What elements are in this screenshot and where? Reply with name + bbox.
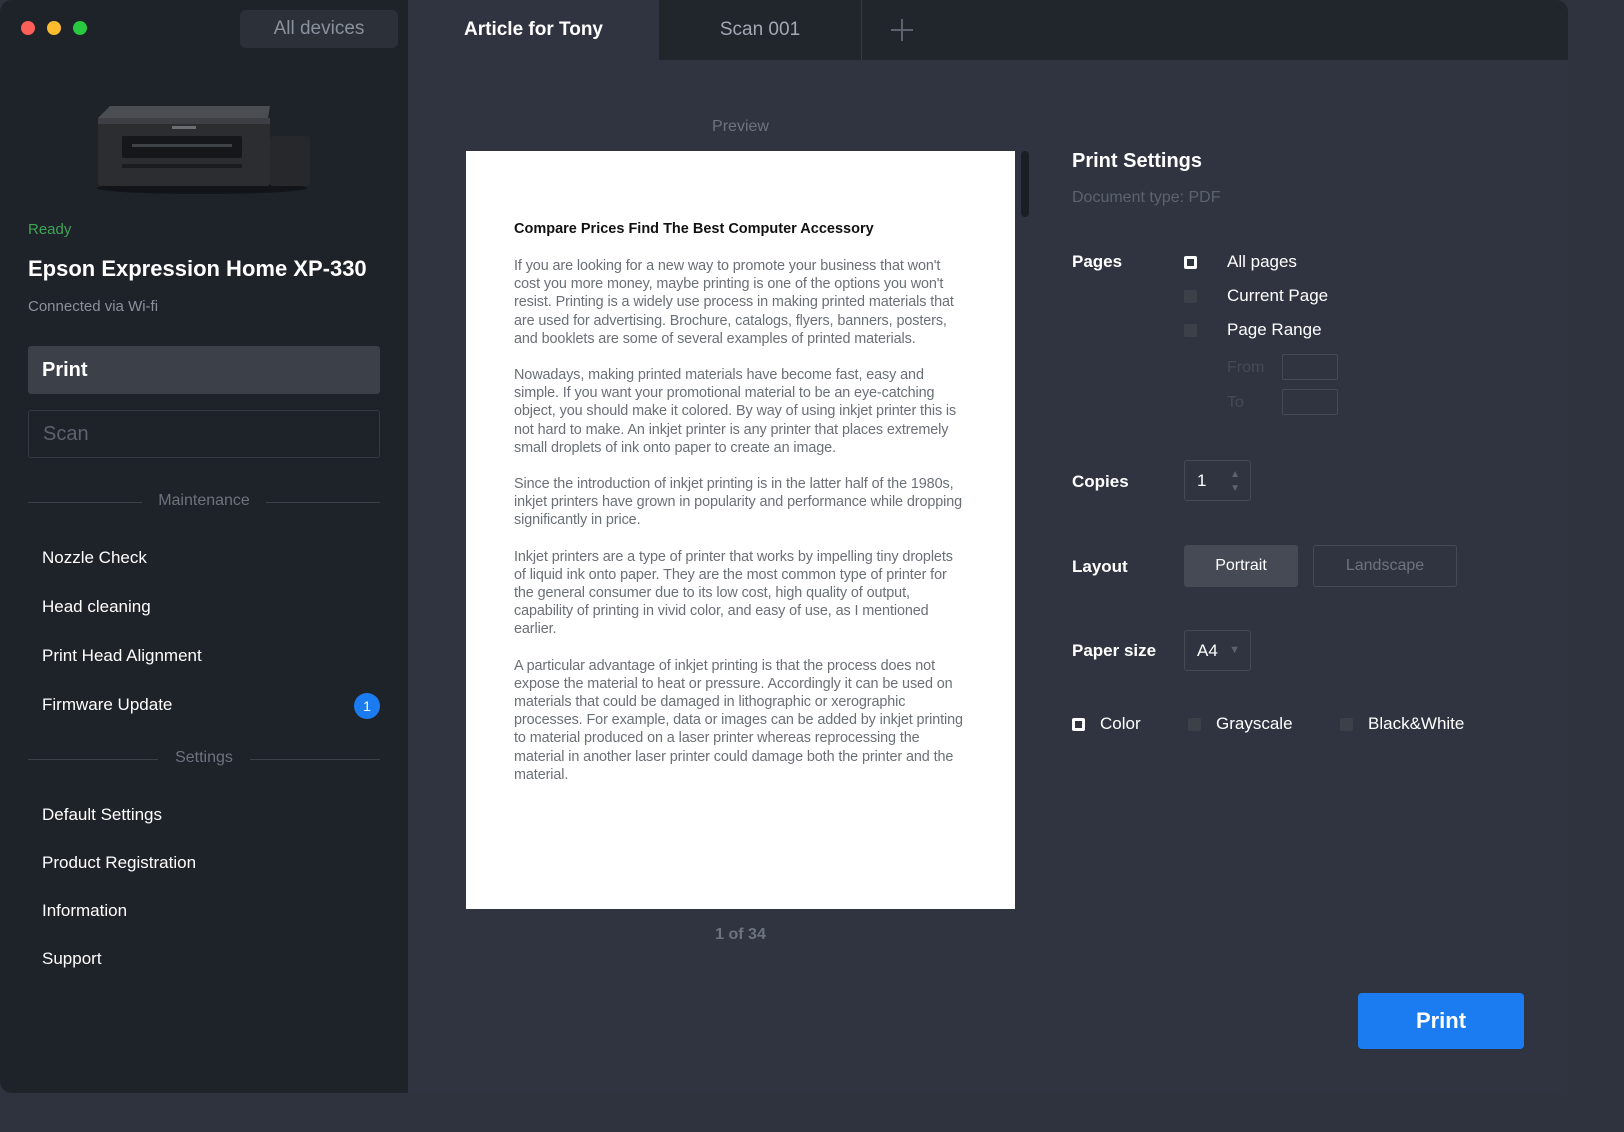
pages-option-range[interactable]: Page Range — [1184, 320, 1322, 340]
nav-scan-button[interactable]: Scan — [28, 410, 380, 458]
paper-size-label: Paper size — [1072, 641, 1157, 660]
firmware-update-item[interactable]: Firmware Update — [42, 695, 172, 715]
printer-status: Ready — [28, 221, 72, 238]
document-paragraph: If you are looking for a new way to prom… — [514, 258, 954, 347]
printer-image — [97, 106, 310, 194]
settings-heading: Settings — [175, 749, 233, 766]
range-from-label: From — [1227, 359, 1265, 376]
tab-article-for-tony[interactable]: Article for Tony — [408, 0, 659, 60]
preview-label: Preview — [712, 118, 769, 135]
layout-label: Layout — [1072, 557, 1128, 576]
tab-scan-001[interactable]: Scan 001 — [659, 0, 862, 60]
all-devices-button[interactable]: All devices — [240, 10, 398, 48]
pages-option-all[interactable]: All pages — [1184, 252, 1297, 272]
layout-landscape-button[interactable]: Landscape — [1313, 545, 1457, 587]
page-indicator: 1 of 34 — [715, 926, 766, 943]
print-settings-title: Print Settings — [1072, 150, 1203, 172]
zoom-window-button[interactable] — [73, 21, 87, 35]
preview-scrollbar[interactable] — [1021, 151, 1029, 217]
radio-unchecked-icon[interactable] — [1188, 717, 1201, 731]
default-settings-item[interactable]: Default Settings — [42, 805, 162, 825]
color-option-grayscale[interactable]: Grayscale — [1188, 714, 1293, 734]
sidebar: All devices Ready Epson Expression Home … — [0, 0, 408, 1093]
radio-unchecked-icon[interactable] — [1340, 717, 1353, 731]
printer-name: Epson Expression Home XP-330 — [28, 256, 367, 281]
support-item[interactable]: Support — [42, 949, 102, 969]
layout-portrait-button[interactable]: Portrait — [1184, 545, 1298, 587]
chevron-down-icon: ▼ — [1229, 644, 1240, 656]
stepper-arrows-icon[interactable]: ▲ ▼ — [1230, 468, 1240, 496]
minimize-window-button[interactable] — [47, 21, 61, 35]
app-window: All devices Ready Epson Expression Home … — [0, 0, 1568, 1093]
copies-stepper[interactable]: 1 ▲ ▼ — [1184, 460, 1251, 501]
product-registration-item[interactable]: Product Registration — [42, 853, 196, 873]
settings-divider: Settings — [28, 749, 380, 769]
tab-bar: Article for Tony Scan 001 — [408, 0, 1568, 60]
color-option-color[interactable]: Color — [1072, 714, 1141, 734]
document-paragraph: Nowadays, making printed materials have … — [514, 367, 957, 456]
document-paragraph: Since the introduction of inkjet printin… — [514, 476, 963, 529]
document-title: Compare Prices Find The Best Computer Ac… — [514, 221, 874, 237]
document-paragraph: A particular advantage of inkjet printin… — [514, 657, 963, 783]
maintenance-divider: Maintenance — [28, 492, 380, 512]
document-paragraph: Inkjet printers are a type of printer th… — [514, 548, 953, 638]
paper-size-select[interactable]: A4 ▼ — [1184, 630, 1251, 671]
print-button[interactable]: Print — [1358, 993, 1524, 1049]
connection-status: Connected via Wi-fi — [28, 298, 159, 315]
pages-option-current[interactable]: Current Page — [1184, 286, 1328, 306]
copies-value: 1 — [1197, 470, 1207, 490]
document-preview: Compare Prices Find The Best Computer Ac… — [466, 151, 1015, 909]
document-type: Document type: PDF — [1072, 189, 1221, 206]
radio-unchecked-icon[interactable] — [1184, 289, 1197, 303]
add-tab-icon[interactable] — [862, 0, 942, 60]
maintenance-heading: Maintenance — [158, 492, 250, 509]
radio-checked-icon[interactable] — [1072, 717, 1085, 731]
print-head-alignment-item[interactable]: Print Head Alignment — [42, 646, 202, 666]
range-from-input[interactable] — [1282, 354, 1338, 380]
close-window-button[interactable] — [21, 21, 35, 35]
pages-label: Pages — [1072, 252, 1123, 271]
head-cleaning-item[interactable]: Head cleaning — [42, 597, 151, 617]
firmware-update-badge: 1 — [354, 693, 380, 719]
paper-size-value: A4 — [1197, 640, 1218, 660]
nav-print-button[interactable]: Print — [28, 346, 380, 394]
range-to-label: To — [1227, 394, 1244, 411]
information-item[interactable]: Information — [42, 901, 127, 921]
nozzle-check-item[interactable]: Nozzle Check — [42, 548, 147, 568]
radio-unchecked-icon[interactable] — [1184, 323, 1197, 337]
color-option-black-white[interactable]: Black&White — [1340, 714, 1464, 734]
range-to-input[interactable] — [1282, 389, 1338, 415]
copies-label: Copies — [1072, 472, 1129, 491]
radio-checked-icon[interactable] — [1184, 255, 1197, 269]
